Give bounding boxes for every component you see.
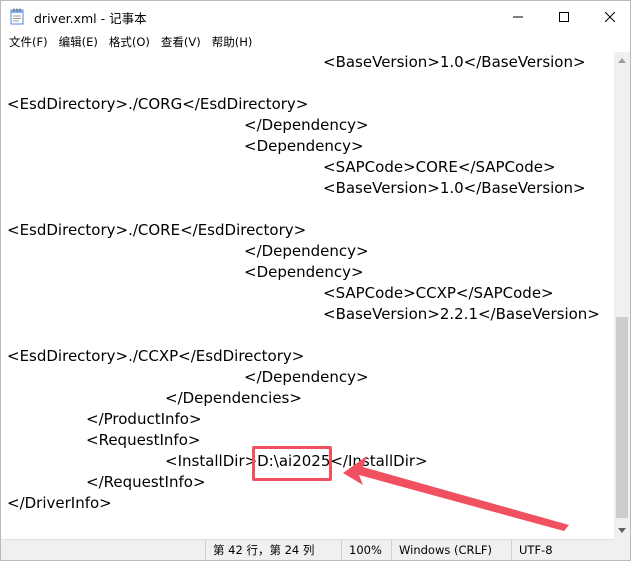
editor-line: <RequestInfo> xyxy=(7,431,201,449)
install-dir-highlight xyxy=(252,446,332,481)
status-bar: 第 42 行，第 24 列 100% Windows (CRLF) UTF-8 xyxy=(1,539,614,561)
maximize-icon xyxy=(559,11,569,22)
editor-line: </DriverInfo> xyxy=(7,494,112,512)
close-button[interactable] xyxy=(587,1,631,32)
editor-line: <BaseVersion>1.0</BaseVersion> xyxy=(7,179,586,197)
scroll-thumb[interactable] xyxy=(616,317,628,518)
title-bar[interactable]: driver.xml - 记事本 xyxy=(1,1,630,32)
editor-line: <InstallDir>D:\ai2025</InstallDir> xyxy=(7,452,428,470)
window-title: driver.xml - 记事本 xyxy=(34,11,147,26)
editor-line: </ProductInfo> xyxy=(7,410,202,428)
editor-line: </Dependency> xyxy=(7,368,369,386)
resize-grip[interactable] xyxy=(614,539,630,560)
notepad-app-icon xyxy=(10,8,25,25)
editor-line: </Dependencies> xyxy=(7,389,302,407)
menu-view[interactable]: 查看(V) xyxy=(157,32,205,52)
editor-line: <BaseVersion>2.2.1</BaseVersion> xyxy=(7,305,600,323)
editor-line: </Dependency> xyxy=(7,242,369,260)
menu-format[interactable]: 格式(O) xyxy=(105,32,154,52)
menu-file[interactable]: 文件(F) xyxy=(5,32,52,52)
encoding: UTF-8 xyxy=(511,540,614,561)
scroll-up-button[interactable] xyxy=(614,52,630,69)
editor-line: <SAPCode>CCXP</SAPCode> xyxy=(7,284,554,302)
minimize-icon xyxy=(513,16,523,17)
scroll-down-button[interactable] xyxy=(614,522,630,539)
caret-up-icon xyxy=(618,58,626,63)
menu-edit[interactable]: 编辑(E) xyxy=(55,32,102,52)
notepad-window: driver.xml - 记事本 文件(F) 编辑(E) 格式(O) 查看(V)… xyxy=(0,0,631,561)
editor-line: <SAPCode>CORE</SAPCode> xyxy=(7,158,556,176)
editor-line: <Dependency> xyxy=(7,137,364,155)
vertical-scrollbar[interactable] xyxy=(614,52,630,539)
editor-line: <EsdDirectory>./CORE</EsdDirectory> xyxy=(7,221,307,239)
minimize-button[interactable] xyxy=(495,1,541,32)
cursor-position: 第 42 行，第 24 列 xyxy=(205,540,341,561)
caret-down-icon xyxy=(618,528,626,533)
close-icon xyxy=(605,11,615,22)
editor-line: <EsdDirectory>./CCXP</EsdDirectory> xyxy=(7,347,305,365)
menu-bar: 文件(F) 编辑(E) 格式(O) 查看(V) 帮助(H) xyxy=(1,32,630,52)
menu-help[interactable]: 帮助(H) xyxy=(208,32,257,52)
maximize-button[interactable] xyxy=(541,1,587,32)
zoom-level: 100% xyxy=(341,540,391,561)
editor-line: </Dependency> xyxy=(7,116,369,134)
editor-line: <BaseVersion>1.0</BaseVersion> xyxy=(7,53,586,71)
editor-line: <EsdDirectory>./CORG</EsdDirectory> xyxy=(7,95,309,113)
editor-line: </RequestInfo> xyxy=(7,473,206,491)
editor-line: <Dependency> xyxy=(7,263,364,281)
line-ending: Windows (CRLF) xyxy=(391,540,511,561)
